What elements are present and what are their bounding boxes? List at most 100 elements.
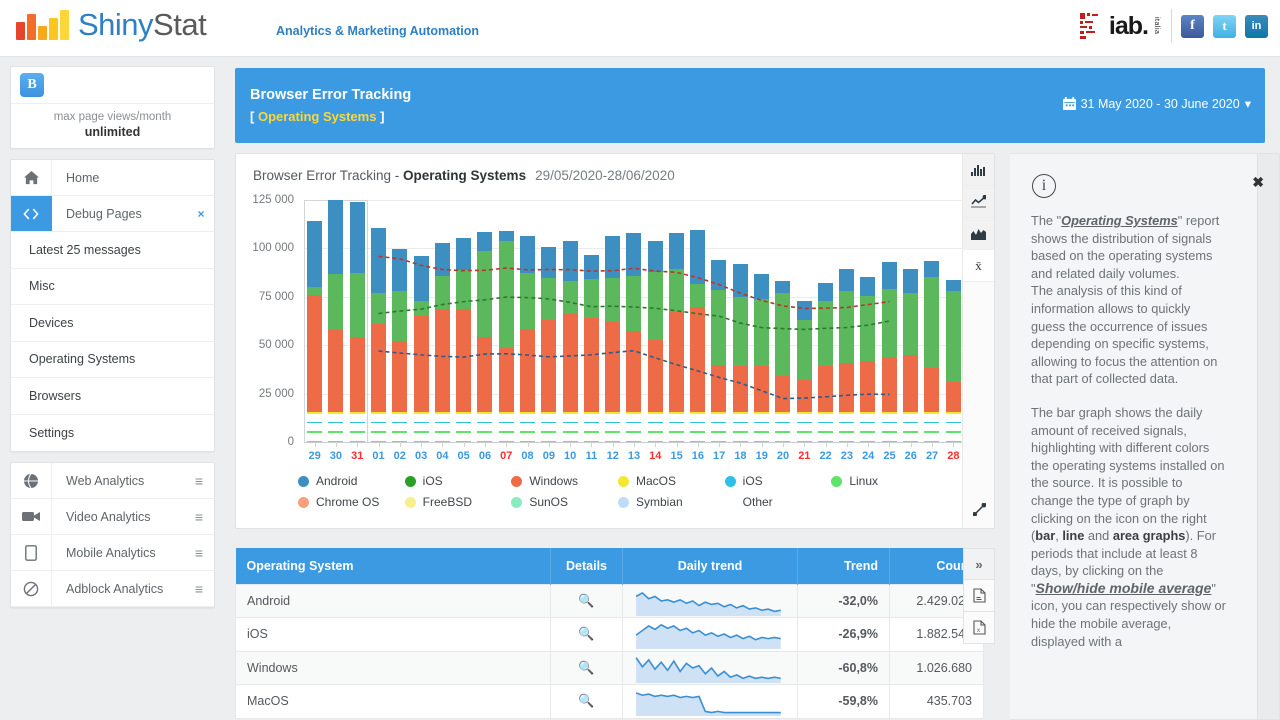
sidebar-item-mobile-analytics[interactable]: Mobile Analytics ≡ — [11, 535, 214, 571]
chart-bar[interactable] — [410, 200, 431, 442]
sidebar-item-home[interactable]: Home — [11, 160, 214, 196]
table-column-header[interactable]: Daily trend — [622, 548, 798, 584]
legend-item[interactable]: FreeBSD — [404, 495, 512, 509]
chart-bar-segment-minor — [796, 412, 812, 414]
sidebar-item-video-analytics[interactable]: Video Analytics ≡ — [11, 499, 214, 535]
chart-bar[interactable] — [453, 200, 474, 442]
legend-item[interactable]: Other — [725, 495, 832, 509]
magnifier-icon[interactable]: 🔍 — [578, 626, 594, 641]
chart-bar[interactable] — [559, 200, 580, 442]
table-column-header[interactable]: Details — [550, 548, 623, 584]
date-range-picker[interactable]: 31 May 2020 - 30 June 2020 ▾ — [1062, 96, 1251, 111]
table-row[interactable]: Windows 🔍 -60,8% 1.026.680 — [235, 650, 984, 685]
x-axis-tick — [570, 442, 572, 447]
table-row[interactable]: MacOS 🔍 -59,8% 435.703 — [235, 684, 984, 719]
chart-bar[interactable] — [538, 200, 559, 442]
legend-color-swatch — [724, 475, 736, 487]
magnifier-icon[interactable]: 🔍 — [578, 593, 594, 608]
sidebar-item-debug-pages[interactable]: Debug Pages × — [11, 196, 214, 232]
expand-columns-button[interactable]: » — [963, 548, 995, 580]
chart-bar[interactable] — [389, 200, 410, 442]
legend-item[interactable]: MacOS — [617, 474, 725, 488]
menu-icon[interactable]: ≡ — [184, 463, 214, 498]
chart-bar[interactable] — [772, 200, 793, 442]
sidebar-item-web-analytics[interactable]: Web Analytics ≡ — [11, 463, 214, 499]
legend-item[interactable]: Symbian — [617, 495, 725, 509]
menu-icon[interactable]: ≡ — [184, 535, 214, 570]
chart-bar[interactable] — [900, 200, 921, 442]
sidebar-item-misc[interactable]: Misc — [11, 269, 214, 305]
table-column-header[interactable]: Trend — [797, 548, 890, 584]
chart-bar[interactable] — [793, 200, 814, 442]
chart-bar[interactable] — [857, 200, 878, 442]
chart-bar[interactable] — [581, 200, 602, 442]
chart-bar[interactable] — [687, 200, 708, 442]
menu-icon[interactable]: ≡ — [184, 571, 214, 606]
table-column-header[interactable]: Operating System — [235, 548, 551, 584]
table-cell-details[interactable]: 🔍 — [550, 684, 623, 719]
chart-bar[interactable] — [432, 200, 453, 442]
chart-bar[interactable] — [730, 200, 751, 442]
chart-bar[interactable] — [836, 200, 857, 442]
twitter-icon[interactable]: t — [1213, 14, 1236, 38]
table-row[interactable]: iOS 🔍 -26,9% 1.882.549 — [235, 617, 984, 652]
legend-item[interactable]: SunOS — [511, 495, 618, 509]
area-chart-icon[interactable] — [963, 218, 994, 250]
bar-chart-icon[interactable] — [963, 154, 994, 186]
chart-bar[interactable] — [751, 200, 772, 442]
chart-bar-segment — [754, 298, 770, 366]
account-avatar[interactable]: B — [20, 73, 44, 97]
chart-bar[interactable] — [602, 200, 623, 442]
chart-bar[interactable] — [645, 200, 666, 442]
chart-bar[interactable] — [708, 200, 729, 442]
magnifier-icon[interactable]: 🔍 — [578, 693, 594, 708]
sidebar-item-latest-messages[interactable]: Latest 25 messages — [11, 232, 214, 269]
chart-bar[interactable] — [517, 200, 538, 442]
chart-bar[interactable] — [304, 200, 325, 442]
table-cell-daily-trend — [622, 617, 798, 652]
close-icon[interactable]: × — [188, 196, 214, 231]
sidebar-item-settings[interactable]: Settings — [11, 415, 214, 452]
chart-bar[interactable] — [666, 200, 687, 442]
legend-item[interactable]: Linux — [831, 474, 938, 488]
chart-bar[interactable] — [879, 200, 900, 442]
table-cell-details[interactable]: 🔍 — [550, 583, 623, 618]
chart-bar[interactable] — [815, 200, 836, 442]
data-table-card: Operating System Details Daily trend Trend C… — [235, 548, 995, 719]
facebook-icon[interactable]: f — [1181, 14, 1204, 38]
legend-item[interactable]: Windows — [511, 474, 618, 488]
legend-item[interactable]: Android — [298, 474, 405, 488]
legend-item[interactable]: iOS — [404, 474, 512, 488]
close-icon[interactable]: ✖ — [1252, 174, 1264, 191]
sidebar-item-devices[interactable]: Devices — [11, 305, 214, 342]
chart-bar[interactable] — [623, 200, 644, 442]
operating-systems-link[interactable]: Operating Systems — [1061, 213, 1178, 228]
mobile-average-icon[interactable]: x̄ — [963, 250, 994, 282]
sidebar-item-adblock-analytics[interactable]: Adblock Analytics ≡ — [11, 571, 214, 607]
expand-icon[interactable] — [963, 496, 995, 522]
export-pdf-button[interactable] — [963, 580, 995, 612]
chart-bar[interactable] — [921, 200, 942, 442]
chart-bar[interactable] — [496, 200, 517, 442]
info-panel-scroll-rail[interactable] — [1257, 154, 1279, 719]
chart-bar[interactable] — [474, 200, 495, 442]
sidebar-item-browsers[interactable]: Browsers — [11, 378, 214, 415]
export-excel-button[interactable]: x — [963, 612, 995, 644]
chart-bar[interactable] — [325, 200, 346, 442]
table-cell-details[interactable]: 🔍 — [550, 650, 623, 685]
chart-bar-segment — [562, 281, 578, 315]
legend-item[interactable]: iOS — [724, 474, 832, 488]
table-cell-details[interactable]: 🔍 — [550, 617, 623, 652]
legend-item[interactable]: Chrome OS — [298, 495, 405, 509]
magnifier-icon[interactable]: 🔍 — [578, 660, 594, 675]
chart-bar[interactable] — [942, 200, 963, 442]
chart-bar[interactable] — [347, 200, 368, 442]
menu-icon[interactable]: ≡ — [184, 499, 214, 534]
linkedin-icon[interactable]: in — [1245, 14, 1268, 38]
table-row[interactable]: Android 🔍 -32,0% 2.429.023 — [235, 583, 984, 618]
show-hide-mobile-average-link[interactable]: Show/hide mobile average — [1036, 580, 1212, 596]
sidebar-item-operating-systems[interactable]: Operating Systems — [11, 342, 214, 378]
line-chart-icon[interactable] — [963, 186, 994, 218]
chart-bar[interactable] — [368, 200, 389, 442]
shinystat-logo[interactable]: ShinyStat — [16, 7, 207, 43]
